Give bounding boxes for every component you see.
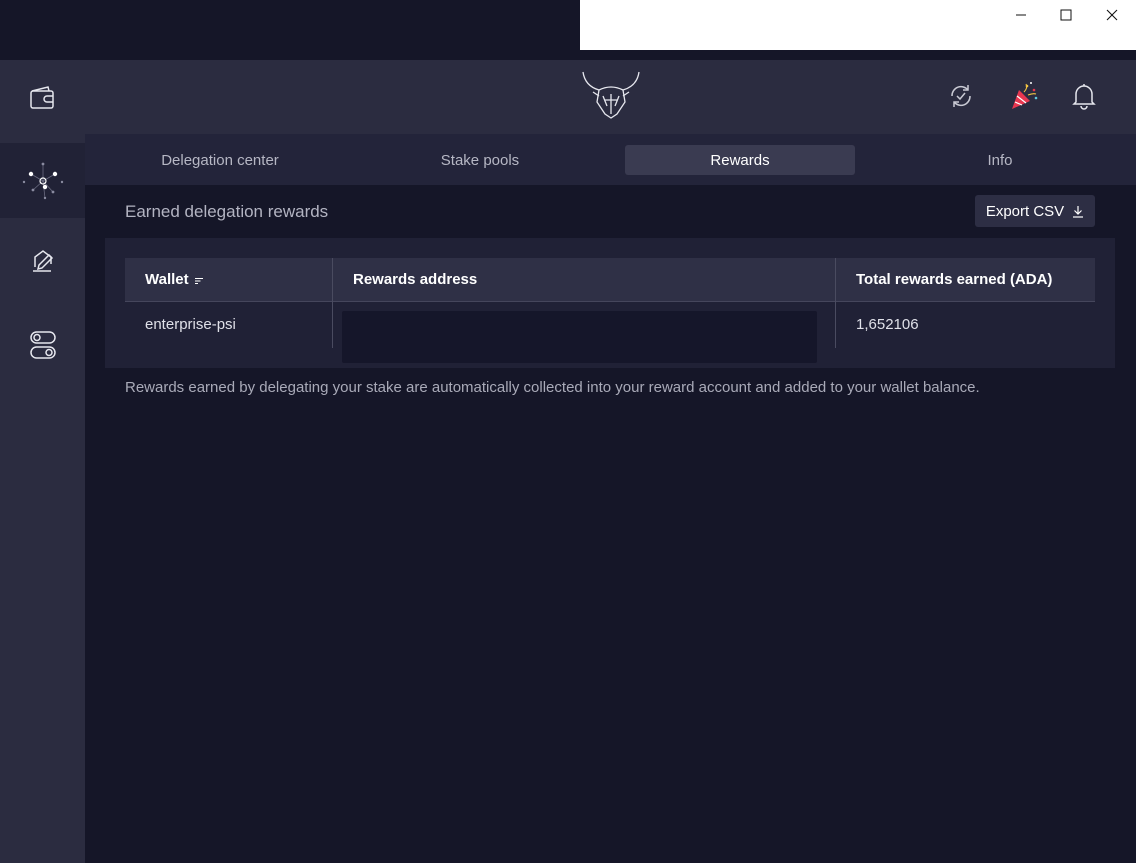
window-titlebar [580, 0, 1136, 50]
table-header: Wallet Rewards address Total rewards ear… [125, 258, 1095, 302]
party-popper-icon [1012, 82, 1038, 109]
notifications-button[interactable] [1066, 78, 1102, 114]
wallet-name-cell: enterprise-psi [145, 316, 236, 333]
page-title: Earned delegation rewards [125, 202, 329, 221]
column-header-total-rewards: Total rewards earned (ADA) [856, 271, 1053, 288]
maximize-icon [1060, 9, 1072, 21]
delegation-network-icon [22, 162, 63, 199]
settings-toggle-icon [29, 330, 56, 359]
export-csv-label: Export CSV [985, 202, 1065, 220]
bull-head-logo [579, 68, 643, 124]
sidebar-item-wallets[interactable] [0, 60, 85, 135]
tab-stake-pools[interactable]: Stake pools [365, 145, 595, 175]
export-csv-button[interactable]: Export CSV [975, 195, 1095, 227]
rewards-address-cell[interactable] [342, 311, 817, 363]
tab-rewards[interactable]: Rewards [625, 145, 855, 175]
wallet-icon [29, 85, 54, 109]
sync-check-icon [951, 85, 971, 107]
sign-document-icon [32, 249, 53, 272]
tab-info[interactable]: Info [885, 145, 1115, 175]
close-icon [1106, 9, 1118, 21]
top-header [85, 60, 1136, 134]
delegation-tabs: Delegation center Stake pools Rewards In… [85, 134, 1136, 185]
sidebar [0, 60, 85, 863]
sidebar-item-settings[interactable] [0, 307, 85, 382]
minimize-button[interactable] [998, 0, 1044, 30]
bell-icon [1072, 84, 1096, 110]
sidebar-item-sign[interactable] [0, 223, 85, 298]
minimize-icon [1016, 14, 1026, 16]
sort-icon [194, 278, 203, 284]
news-button[interactable] [1006, 78, 1042, 114]
rewards-info-text: Rewards earned by delegating your stake … [125, 379, 980, 396]
maximize-button[interactable] [1043, 0, 1089, 30]
tab-delegation-center[interactable]: Delegation center [105, 145, 335, 175]
column-header-rewards-address: Rewards address [353, 271, 478, 288]
download-icon [1073, 205, 1084, 218]
sidebar-item-delegation[interactable] [0, 143, 85, 218]
column-header-wallet[interactable]: Wallet [145, 258, 204, 301]
rewards-table-card: Wallet Rewards address Total rewards ear… [105, 238, 1115, 368]
column-header-wallet-label: Wallet [145, 271, 189, 288]
sync-status-button[interactable] [943, 78, 979, 114]
column-divider [332, 258, 333, 348]
window-top-strip [0, 0, 580, 60]
column-divider [835, 258, 836, 348]
close-button[interactable] [1089, 0, 1135, 30]
total-rewards-cell: 1,652106 [856, 316, 919, 333]
